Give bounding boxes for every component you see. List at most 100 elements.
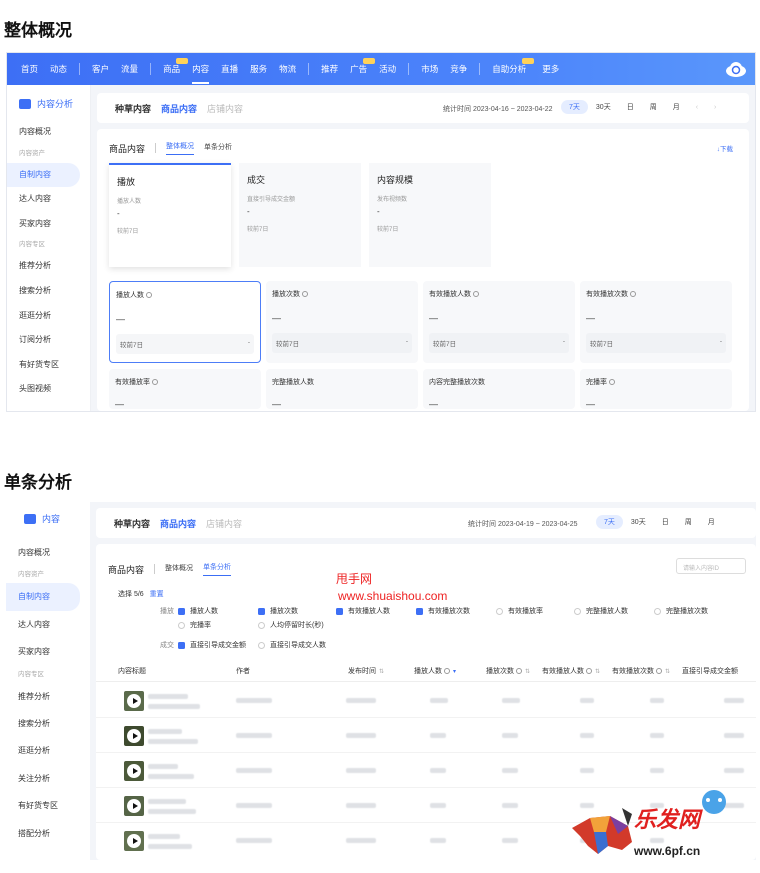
sidebar-item-search[interactable]: 搜索分析 [6,710,90,737]
checkbox-valid-play-rate[interactable]: 有效播放率 [496,606,543,616]
tab-seeding[interactable]: 种草内容 [114,517,150,530]
tab-seeding[interactable]: 种草内容 [115,102,151,115]
period-month[interactable]: 月 [700,515,723,529]
nav-live[interactable]: 直播 [221,63,238,75]
sidebar-item-good-goods[interactable]: 有好货专区 [6,792,90,819]
metric-full-play-users[interactable]: 完整播放人数 — [266,369,418,409]
video-thumbnail[interactable] [124,761,144,781]
checkbox-valid-play-users[interactable]: 有效播放人数 [336,606,390,616]
tab-shop[interactable]: 店铺内容 [207,102,243,115]
subtab-single[interactable]: 单条分析 [203,562,232,576]
sidebar-item-browse[interactable]: 逛逛分析 [7,304,90,329]
sidebar-item-overview[interactable]: 内容概况 [6,539,90,566]
nav-ads[interactable]: 广告 [350,58,376,75]
checkbox-deal-users[interactable]: 直接引导成交人数 [258,640,326,650]
nav-more[interactable]: 更多 [542,63,559,75]
video-thumbnail[interactable] [124,726,144,746]
nav-product[interactable]: 商品 [163,58,189,75]
checkbox-label: 完整播放人数 [586,608,628,615]
period-week[interactable]: 周 [677,515,700,529]
sidebar-item-subscribe[interactable]: 订阅分析 [7,328,90,353]
tab-shop[interactable]: 店铺内容 [206,517,242,530]
metric-valid-play-rate[interactable]: 有效播放率 — [109,369,261,409]
period-day[interactable]: 日 [619,100,642,114]
video-thumbnail[interactable] [124,831,144,851]
nav-traffic[interactable]: 流量 [121,63,138,75]
nav-logistics[interactable]: 物流 [279,63,296,75]
checkbox-play-users[interactable]: 播放人数 [178,606,218,616]
checkbox-full-play-users[interactable]: 完整播放人数 [574,606,628,616]
sidebar-item-influencer[interactable]: 达人内容 [7,187,90,212]
nav-market[interactable]: 市场 [421,63,438,75]
category-card-play[interactable]: 播放 播放人数 - 较前7日 [109,163,231,267]
period-7d[interactable]: 7天 [561,100,588,114]
tab-product[interactable]: 商品内容 [161,102,197,115]
nav-activity[interactable]: 活动 [379,63,396,75]
nav-compete[interactable]: 竞争 [450,63,467,75]
sidebar-item-buyer[interactable]: 买家内容 [7,212,90,237]
sidebar-item-follow[interactable]: 关注分析 [6,765,90,792]
content-id-search-input[interactable]: 请输入内容ID [676,558,746,574]
subtab-single[interactable]: 单条分析 [204,142,232,155]
subtab-overview[interactable]: 整体概况 [166,141,195,155]
th-play-users[interactable]: 播放人数 ▾ [414,666,456,676]
nav-home[interactable]: 首页 [21,63,38,75]
sidebar-item-head-video[interactable]: 头图视频 [7,377,90,402]
nav-customer[interactable]: 客户 [92,63,109,75]
checkbox-full-play-count[interactable]: 完整播放次数 [654,606,708,616]
nav-content[interactable]: 内容 [192,63,210,84]
checkbox-valid-play-count[interactable]: 有效播放次数 [416,606,470,616]
checkbox-avg-stay[interactable]: 人均停留时长(秒) [258,620,324,630]
period-week[interactable]: 周 [642,100,665,114]
table-row[interactable] [96,754,756,788]
period-30d[interactable]: 30天 [623,515,654,529]
sidebar-item-match[interactable]: 搭配分析 [6,820,90,847]
period-30d[interactable]: 30天 [588,100,619,114]
date-next-arrow[interactable]: › [706,102,724,113]
sidebar-item-overview[interactable]: 内容概况 [7,120,90,145]
metric-play-users[interactable]: 播放人数 — 较前7日 - [109,281,261,363]
checkbox-play-count[interactable]: 播放次数 [258,606,298,616]
period-7d[interactable]: 7天 [596,515,623,529]
th-valid-play-count[interactable]: 有效播放次数 ⇅ [612,666,670,676]
nav-dynamic[interactable]: 动态 [50,63,67,75]
checkbox-deal-amount[interactable]: 直接引导成交金额 [178,640,246,650]
checkbox-completion-rate[interactable]: 完播率 [178,620,211,630]
metric-completion-rate[interactable]: 完播率 — [580,369,732,409]
video-thumbnail[interactable] [124,691,144,711]
th-publish-time[interactable]: 发布时间 ⇅ [348,666,384,676]
reset-link[interactable]: 重置 [150,591,164,598]
category-card-scale[interactable]: 内容规模 发布视频数 - 较前7日 [369,163,491,267]
download-button[interactable]: ↓下载 [717,143,733,153]
th-play-count[interactable]: 播放次数 ⇅ [486,666,530,676]
table-row[interactable] [96,719,756,753]
cloud-icon[interactable] [725,60,747,78]
metric-valid-play-users[interactable]: 有效播放人数 — 较前7日 - [423,281,575,363]
sidebar-item-recommend[interactable]: 推荐分析 [6,683,90,710]
tab-product[interactable]: 商品内容 [160,517,196,530]
nav-self-analysis[interactable]: 自助分析 [492,58,535,75]
sidebar-item-buyer[interactable]: 买家内容 [6,638,90,665]
nav-recommend[interactable]: 推荐 [321,63,338,75]
date-prev-arrow[interactable]: ‹ [688,102,706,113]
th-deal-amount[interactable]: 直接引导成交金额 [682,666,738,676]
sidebar-item-self-made[interactable]: 自制内容 [6,583,80,611]
nav-service[interactable]: 服务 [250,63,267,75]
period-day[interactable]: 日 [654,515,677,529]
sidebar-item-self-made[interactable]: 自制内容 [7,162,80,188]
blurred-text [148,844,192,849]
metric-play-count[interactable]: 播放次数 — 较前7日 - [266,281,418,363]
table-row[interactable] [96,684,756,718]
sidebar-item-good-goods[interactable]: 有好货专区 [7,353,90,378]
subtab-overview[interactable]: 整体概况 [165,563,193,576]
category-card-deal[interactable]: 成交 直接引导成交金额 - 较前7日 [239,163,361,267]
sidebar-item-browse[interactable]: 逛逛分析 [6,737,90,764]
period-month[interactable]: 月 [665,100,688,114]
sidebar-item-recommend[interactable]: 推荐分析 [7,254,90,279]
th-valid-play-users[interactable]: 有效播放人数 ⇅ [542,666,600,676]
metric-full-play-count[interactable]: 内容完整播放次数 — [423,369,575,409]
sidebar-item-search[interactable]: 搜索分析 [7,279,90,304]
sidebar-item-influencer[interactable]: 达人内容 [6,611,90,638]
video-thumbnail[interactable] [124,796,144,816]
metric-valid-play-count[interactable]: 有效播放次数 — 较前7日 - [580,281,732,363]
